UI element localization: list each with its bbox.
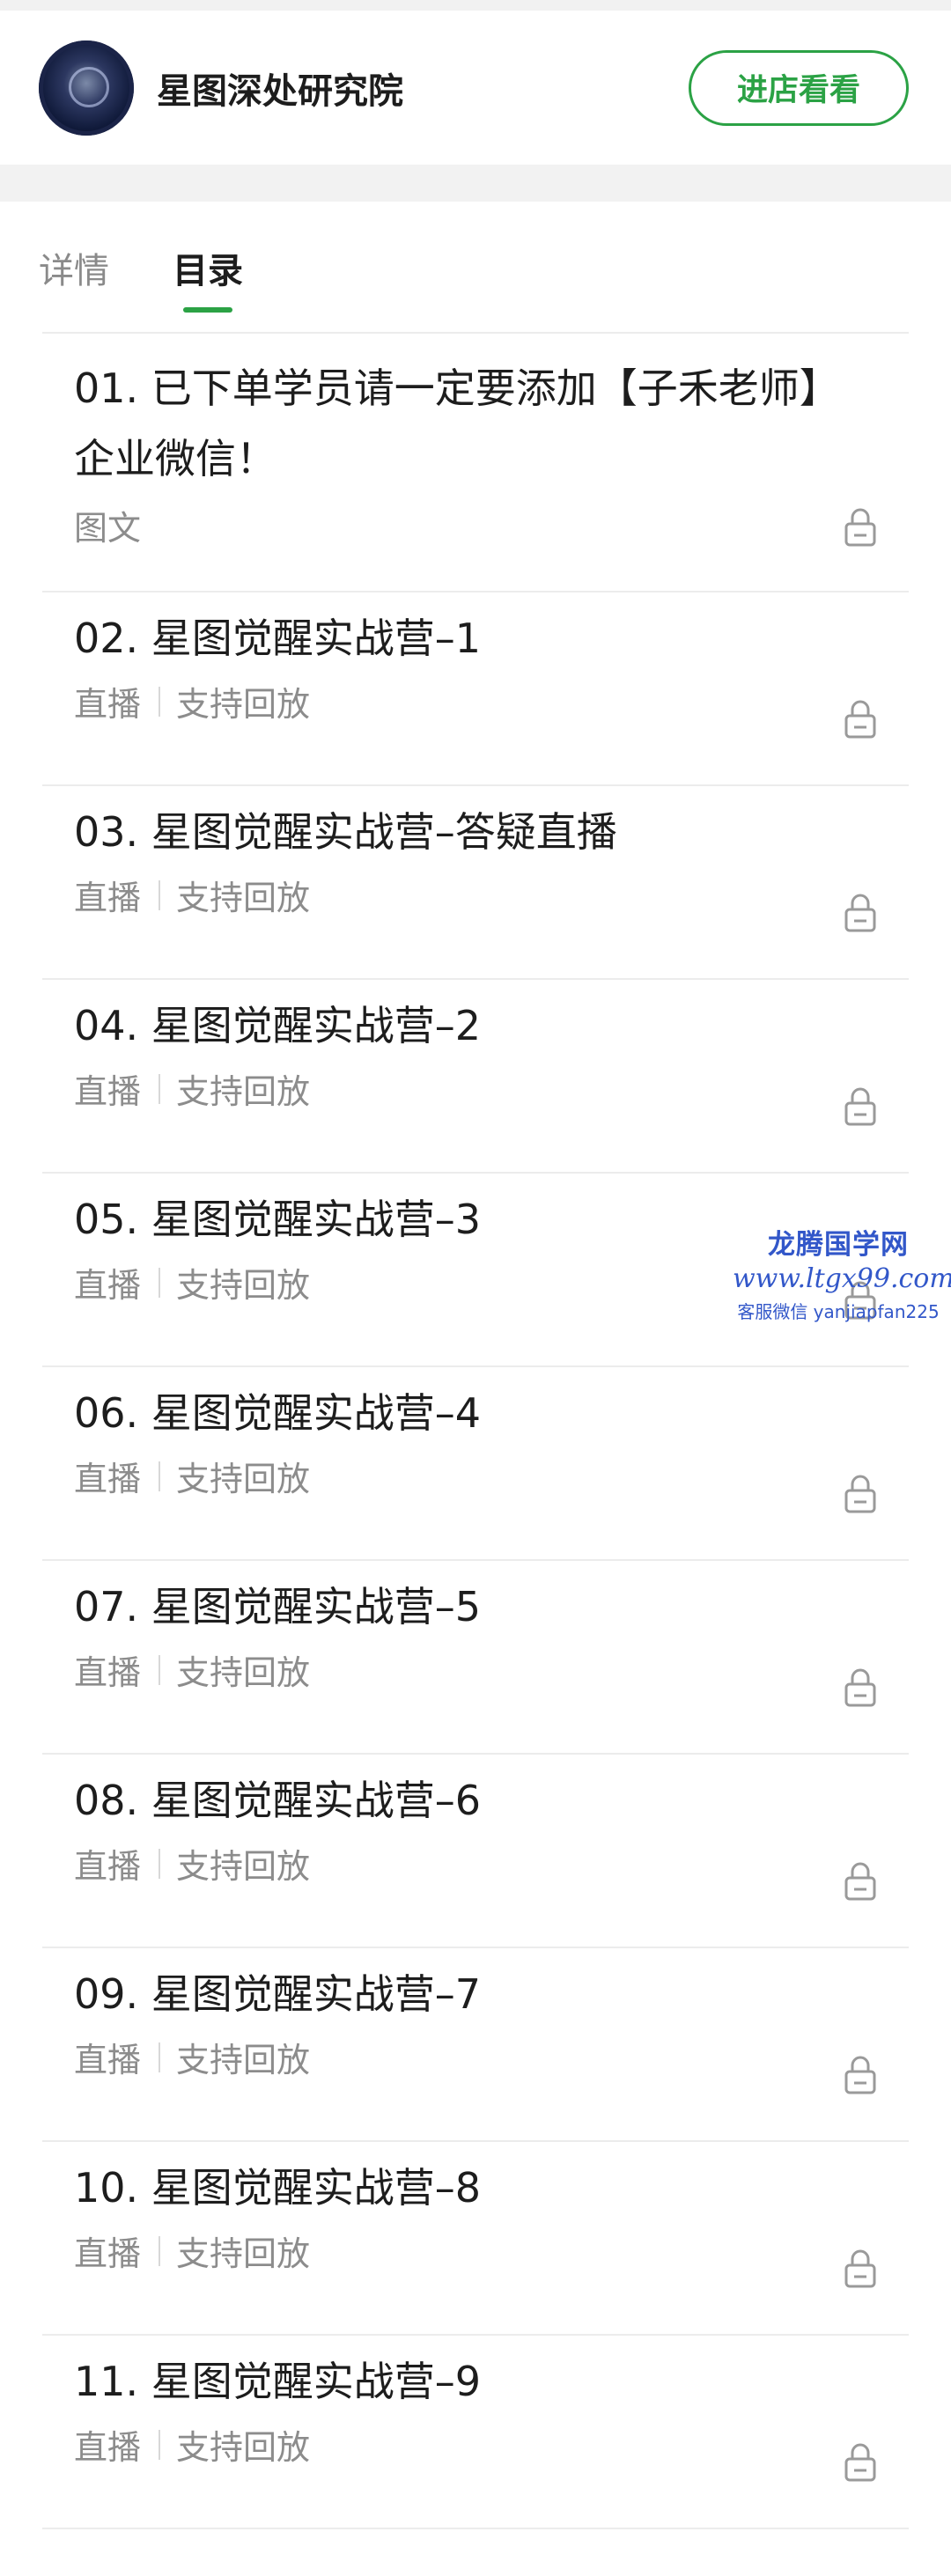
meta-separator [158, 1848, 161, 1879]
catalog-item-title: 01. 已下单学员请一定要添加【子禾老师】企业微信！ [74, 364, 820, 482]
catalog-item-replay: 支持回放 [176, 1847, 311, 1886]
meta-separator [158, 1073, 161, 1104]
enter-shop-button[interactable]: 进店看看 [689, 49, 909, 126]
catalog-item-title: 11. 星图觉醒实战营–9 [74, 2358, 482, 2405]
catalog-item-type: 直播 [74, 1653, 142, 1692]
catalog-item-title: 09. 星图觉醒实战营–7 [74, 1970, 482, 2018]
catalog-item-replay: 支持回放 [176, 1266, 311, 1305]
catalog-item-type: 直播 [74, 1460, 142, 1498]
meta-separator [158, 1654, 161, 1685]
catalog-item-title: 10. 星图觉醒实战营–8 [74, 2164, 482, 2212]
catalog-item-type: 图文 [74, 509, 142, 548]
catalog-item-meta: 图文 [74, 501, 877, 549]
catalog-item-type: 直播 [74, 1266, 142, 1305]
meta-separator [158, 2235, 161, 2266]
shop-avatar[interactable] [39, 40, 134, 136]
catalog-item[interactable]: 08. 星图觉醒实战营–6 直播 支持回放 [42, 1755, 909, 1948]
catalog-item-replay: 支持回放 [176, 2428, 311, 2467]
catalog-item-meta: 直播 支持回放 [74, 871, 877, 919]
catalog-list: 01. 已下单学员请一定要添加【子禾老师】企业微信！ 图文 02. 星图觉醒实战营–… [0, 334, 951, 2529]
lock-icon [844, 1279, 877, 1320]
shop-header: 星图深处研究院 进店看看 [0, 11, 951, 165]
catalog-item-replay: 支持回放 [176, 1653, 311, 1692]
lock-icon [844, 2248, 877, 2288]
catalog-item-type: 直播 [74, 2428, 142, 2467]
tab-details-label: 详情 [39, 251, 109, 291]
catalog-item[interactable]: 02. 星图觉醒实战营–1 直播 支持回放 [42, 592, 909, 786]
catalog-item[interactable]: 06. 星图觉醒实战营–4 直播 支持回放 [42, 1367, 909, 1561]
catalog-item-type: 直播 [74, 2234, 142, 2273]
meta-separator [158, 1461, 161, 1491]
meta-separator [158, 2429, 161, 2460]
catalog-item-meta: 直播 支持回放 [74, 1645, 877, 1694]
catalog-item-title: 06. 星图觉醒实战营–4 [74, 1389, 482, 1437]
catalog-item-meta: 直播 支持回放 [74, 1258, 877, 1306]
catalog-item-title: 08. 星图觉醒实战营–6 [74, 1777, 482, 1824]
catalog-item[interactable]: 05. 星图觉醒实战营–3 直播 支持回放 [42, 1174, 909, 1367]
catalog-item-type: 直播 [74, 2041, 142, 2079]
catalog-item-replay: 支持回放 [176, 1072, 311, 1111]
lock-icon [844, 2441, 877, 2482]
meta-separator [158, 686, 161, 717]
tab-catalog-label: 目录 [173, 251, 243, 291]
lock-icon [844, 1473, 877, 1513]
tab-bar: 详情 目录 [0, 202, 951, 332]
meta-separator [158, 880, 161, 910]
lock-icon [844, 1086, 877, 1126]
catalog-item-meta: 直播 支持回放 [74, 2033, 877, 2081]
catalog-item[interactable]: 07. 星图觉醒实战营–5 直播 支持回放 [42, 1561, 909, 1755]
catalog-item[interactable]: 11. 星图觉醒实战营–9 直播 支持回放 [42, 2336, 909, 2529]
tab-details[interactable]: 详情 [39, 202, 109, 332]
tab-active-indicator [183, 307, 232, 313]
meta-separator [158, 1267, 161, 1298]
meta-separator [158, 2042, 161, 2072]
catalog-item-replay: 支持回放 [176, 685, 311, 724]
top-strip [0, 0, 951, 11]
catalog-item-meta: 直播 支持回放 [74, 1839, 877, 1888]
catalog-item-type: 直播 [74, 1072, 142, 1111]
catalog-item-replay: 支持回放 [176, 2041, 311, 2079]
tab-catalog[interactable]: 目录 [173, 202, 243, 332]
catalog-item[interactable]: 10. 星图觉醒实战营–8 直播 支持回放 [42, 2142, 909, 2336]
catalog-item[interactable]: 09. 星图觉醒实战营–7 直播 支持回放 [42, 1948, 909, 2142]
catalog-item-meta: 直播 支持回放 [74, 677, 877, 725]
section-divider [0, 165, 951, 202]
lock-icon [844, 506, 877, 547]
catalog-item-meta: 直播 支持回放 [74, 1064, 877, 1113]
catalog-item-title: 07. 星图觉醒实战营–5 [74, 1583, 482, 1630]
lock-icon [844, 1667, 877, 1707]
catalog-item-title: 03. 星图觉醒实战营–答疑直播 [74, 808, 617, 856]
catalog-item-replay: 支持回放 [176, 879, 311, 917]
catalog-item-type: 直播 [74, 1847, 142, 1886]
catalog-item-replay: 支持回放 [176, 1460, 311, 1498]
catalog-item-title: 02. 星图觉醒实战营–1 [74, 615, 482, 662]
lock-icon [844, 2054, 877, 2094]
shop-name[interactable]: 星图深处研究院 [157, 63, 689, 114]
catalog-item-type: 直播 [74, 879, 142, 917]
lock-icon [844, 892, 877, 932]
catalog-item-replay: 支持回放 [176, 2234, 311, 2273]
catalog-item[interactable]: 03. 星图觉醒实战营–答疑直播直播 支持回放 [42, 786, 909, 980]
lock-icon [844, 698, 877, 739]
catalog-item-type: 直播 [74, 685, 142, 724]
lock-icon [844, 1860, 877, 1901]
catalog-item-meta: 直播 支持回放 [74, 2420, 877, 2469]
catalog-item[interactable]: 01. 已下单学员请一定要添加【子禾老师】企业微信！ 图文 [42, 334, 909, 592]
catalog-item-title: 05. 星图觉醒实战营–3 [74, 1196, 482, 1243]
catalog-item[interactable]: 04. 星图觉醒实战营–2 直播 支持回放 [42, 980, 909, 1174]
catalog-item-meta: 直播 支持回放 [74, 2226, 877, 2275]
catalog-item-meta: 直播 支持回放 [74, 1452, 877, 1500]
catalog-item-title: 04. 星图觉醒实战营–2 [74, 1002, 482, 1049]
